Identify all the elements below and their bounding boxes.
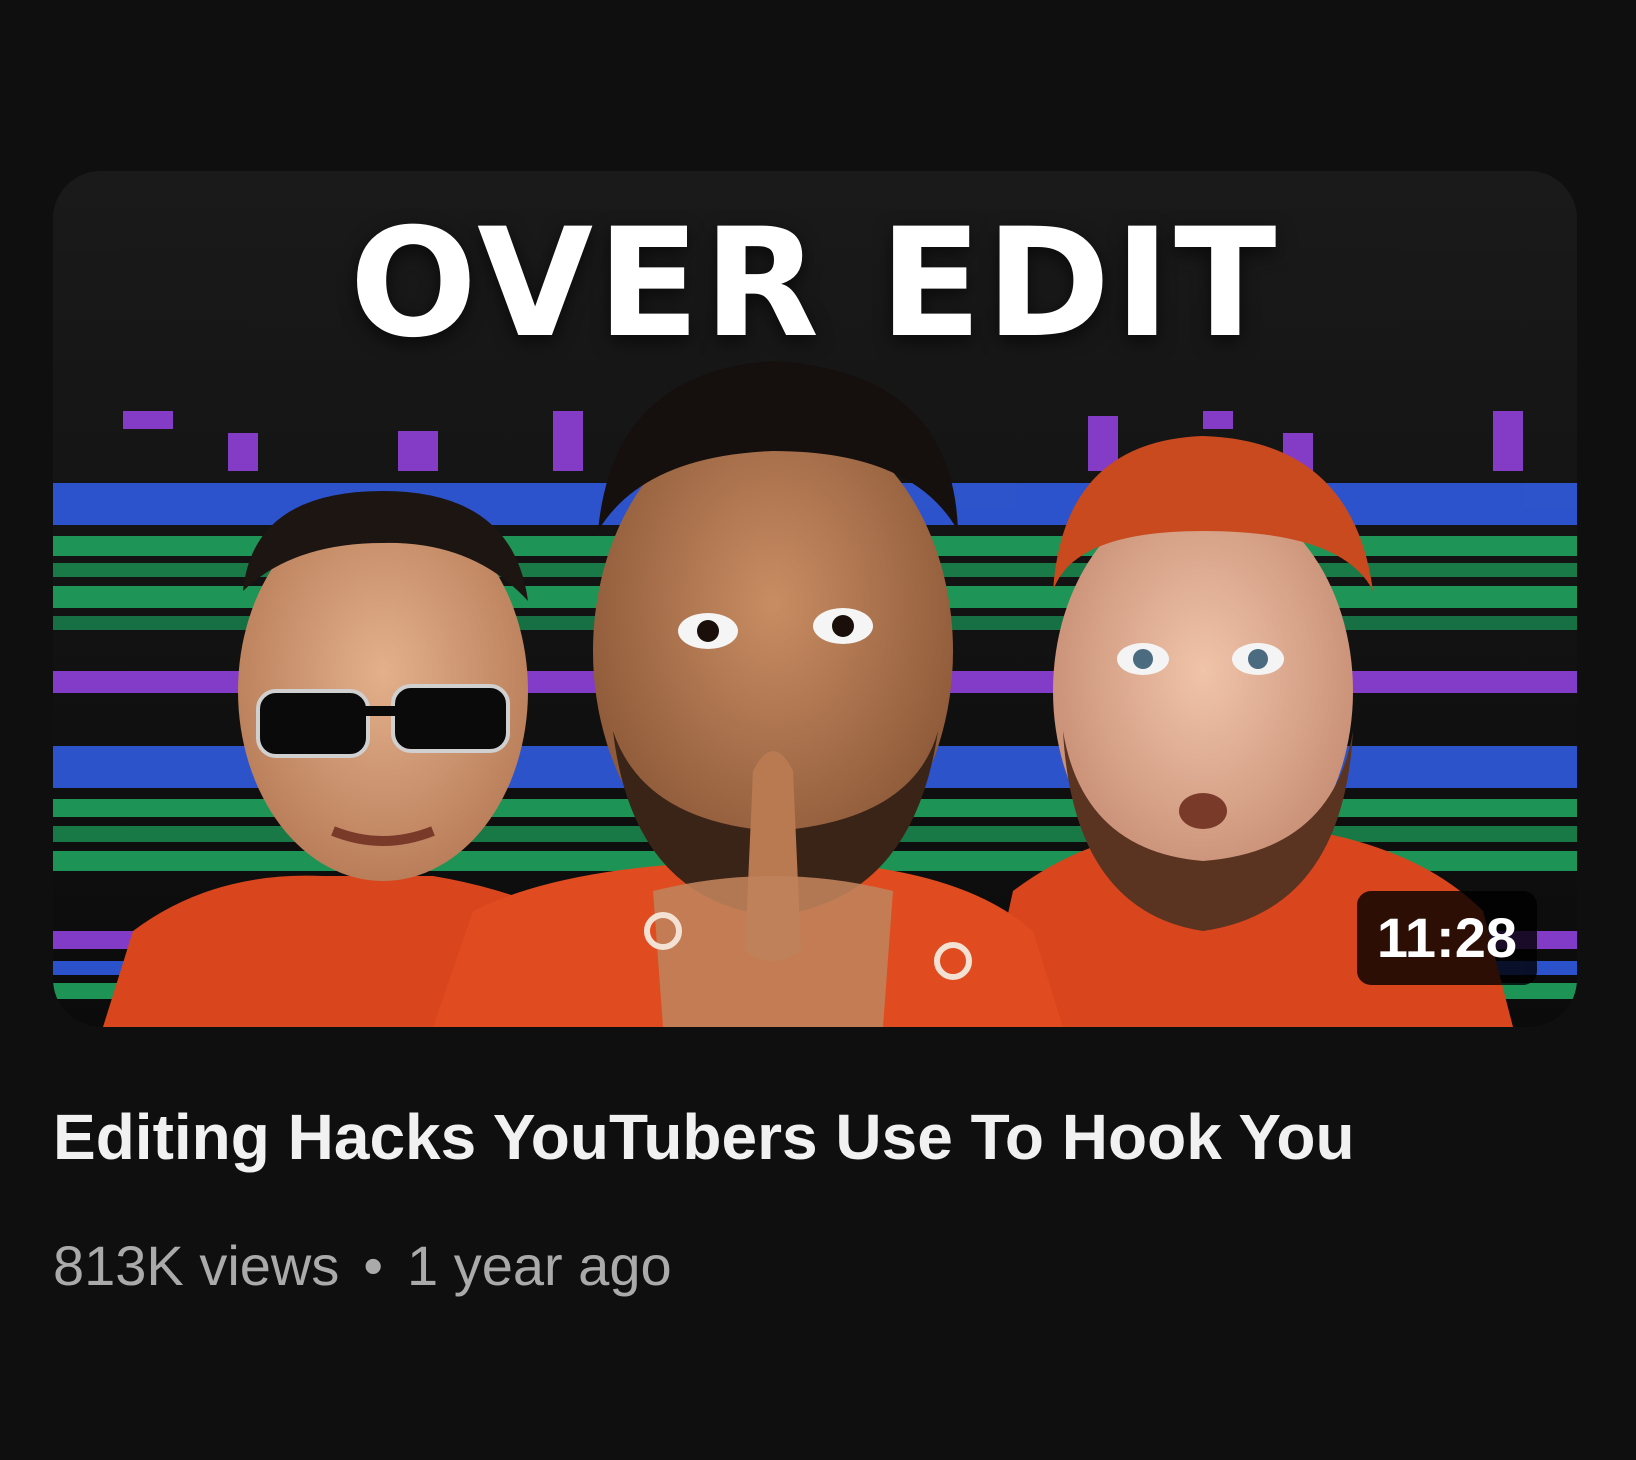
duration-badge: 11:28	[1356, 891, 1537, 985]
thumbnail-overlay-text: OVER EDIT	[349, 197, 1281, 371]
view-count: 813K views	[53, 1234, 340, 1297]
video-title[interactable]: Editing Hacks YouTubers Use To Hook You	[53, 1102, 1355, 1173]
video-thumbnail[interactable]: OVER EDIT 11:28	[53, 171, 1577, 1027]
video-metadata: 813K views • 1 year ago	[53, 1232, 672, 1299]
upload-age: 1 year ago	[406, 1234, 672, 1297]
meta-separator: •	[363, 1234, 383, 1297]
video-card: OVER EDIT 11:28 Editing Hacks YouTubers …	[0, 0, 1636, 1460]
